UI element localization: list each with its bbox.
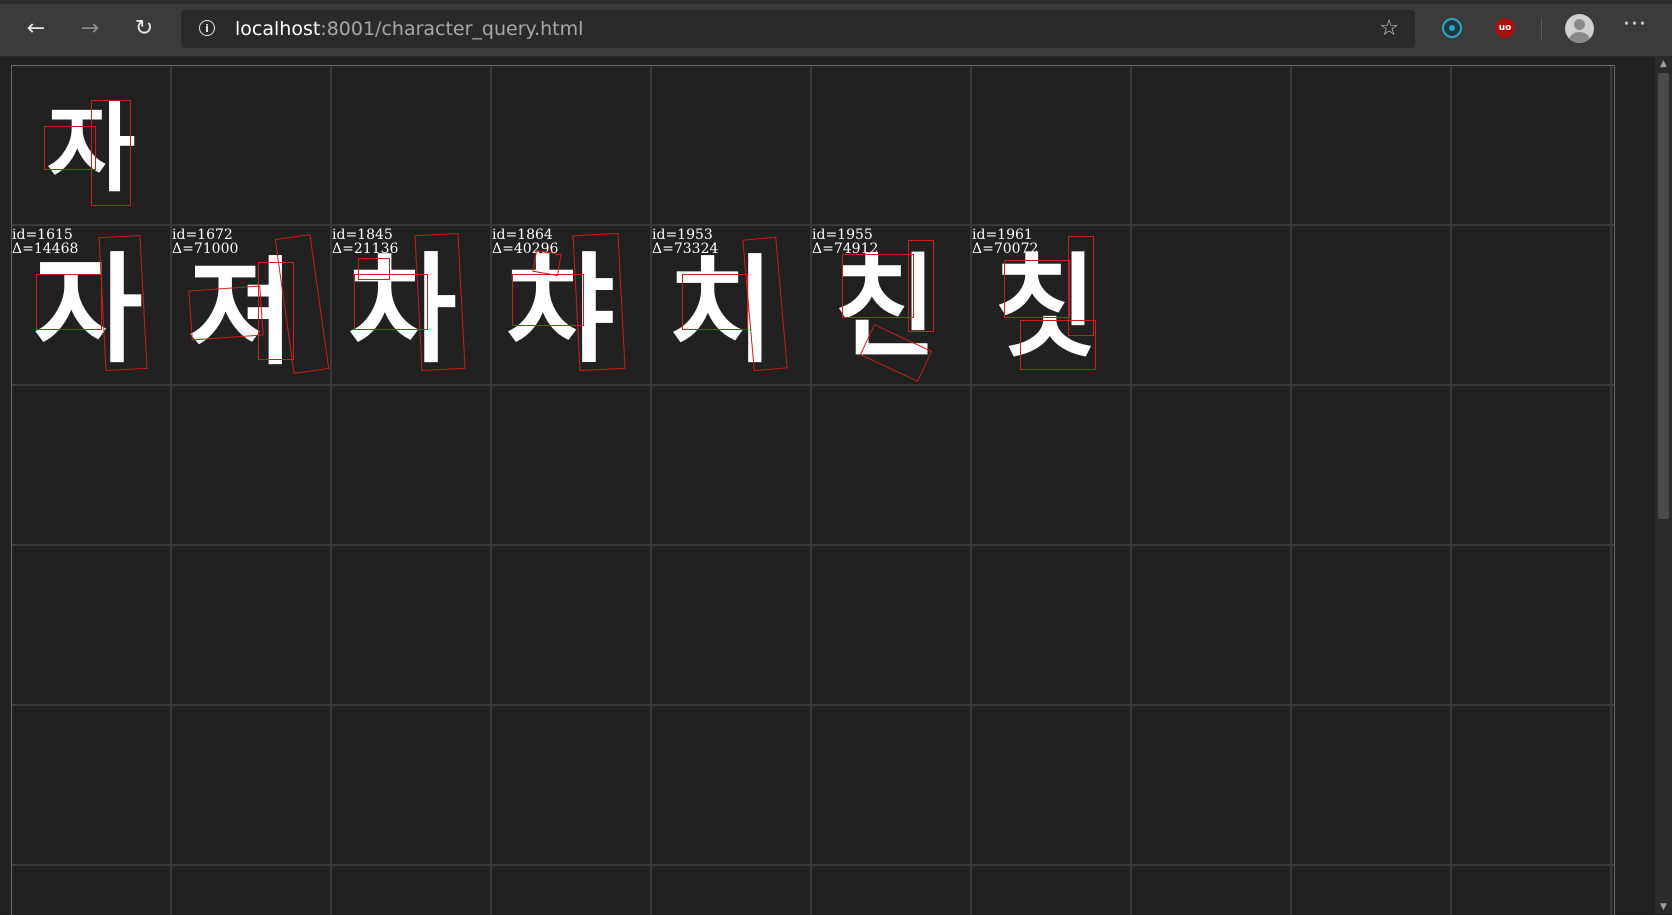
- stroke-box: [91, 100, 131, 206]
- result-cell[interactable]: id=1672 Δ=71000 져: [172, 226, 332, 386]
- result-cell[interactable]: id=1961 Δ=70072 칫: [972, 226, 1132, 386]
- refresh-icon: ↻: [134, 15, 154, 41]
- result-cell[interactable]: id=1955 Δ=74912 친: [812, 226, 972, 386]
- url-path: :8001/character_query.html: [320, 18, 584, 40]
- stroke-box: [572, 232, 626, 372]
- stroke-box: [908, 240, 934, 332]
- extension-icon[interactable]: [1442, 18, 1462, 38]
- address-bar[interactable]: i localhost:8001/character_query.html ☆: [181, 10, 1415, 48]
- stroke-box: [414, 232, 466, 372]
- favorite-star-icon[interactable]: ☆: [1379, 16, 1399, 41]
- profile-avatar[interactable]: [1565, 14, 1594, 43]
- site-info-glyph: i: [205, 21, 209, 35]
- stroke-box: [842, 254, 914, 318]
- result-cell[interactable]: id=1845 Δ=21136 차: [332, 226, 492, 386]
- forward-button[interactable]: →: [74, 12, 106, 44]
- result-cell[interactable]: id=1864 Δ=40296 챠: [492, 226, 652, 386]
- stroke-box: [98, 234, 148, 372]
- refresh-button[interactable]: ↻: [128, 12, 160, 44]
- url-host: localhost: [235, 18, 321, 40]
- stroke-box: [44, 126, 96, 170]
- ublock-extension-icon[interactable]: uo: [1495, 18, 1515, 38]
- stroke-box: [1020, 320, 1096, 370]
- scroll-down-arrow-icon[interactable]: ▼: [1655, 900, 1672, 914]
- stroke-box: [532, 249, 562, 277]
- stroke-box: [512, 274, 584, 326]
- back-button[interactable]: ←: [20, 12, 52, 44]
- scroll-up-arrow-icon[interactable]: ▲: [1655, 57, 1672, 71]
- scrollbar-thumb[interactable]: [1658, 73, 1669, 519]
- stroke-box: [682, 274, 748, 330]
- back-arrow-icon: ←: [26, 15, 46, 41]
- forward-arrow-icon: →: [80, 15, 100, 41]
- site-info-icon[interactable]: i: [199, 20, 215, 36]
- result-cell[interactable]: id=1615 Δ=14468 자: [12, 226, 172, 386]
- result-cell[interactable]: id=1953 Δ=73324 치: [652, 226, 812, 386]
- browser-toolbar: ← → ↻ i localhost:8001/character_query.h…: [0, 0, 1672, 57]
- tab-strip-edge: [0, 0, 1672, 4]
- page-viewport: 자 id=1615 Δ=14468 자 id=1672 Δ=71000 져 id…: [0, 57, 1655, 915]
- result-canvas: 자 id=1615 Δ=14468 자 id=1672 Δ=71000 져 id…: [11, 65, 1615, 915]
- url-text[interactable]: localhost:8001/character_query.html: [235, 18, 583, 40]
- settings-menu-icon[interactable]: ···: [1623, 12, 1647, 37]
- toolbar-divider: [1541, 18, 1542, 40]
- stroke-box: [36, 274, 102, 330]
- stroke-box: [1004, 260, 1070, 318]
- query-glyph-cell: 자: [39, 94, 149, 206]
- vertical-scrollbar[interactable]: ▲ ▼: [1655, 57, 1672, 914]
- stroke-box: [188, 285, 264, 341]
